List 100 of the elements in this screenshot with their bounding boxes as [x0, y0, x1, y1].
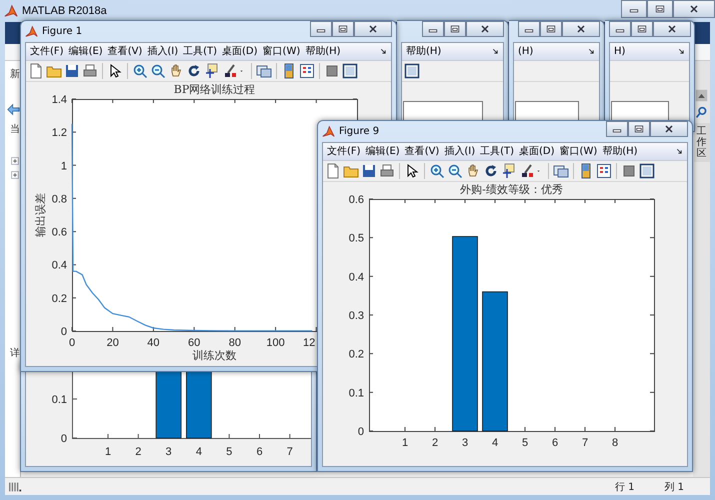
- close-button[interactable]: [673, 0, 715, 18]
- tick-label: 0.2: [52, 292, 67, 305]
- windows-icon[interactable]: [553, 163, 569, 179]
- plot-area: [515, 101, 579, 122]
- printer-icon[interactable]: [379, 163, 395, 179]
- close-icon: [575, 23, 587, 35]
- menu-item[interactable]: 插入(I): [147, 46, 178, 58]
- tick-label: 0.4: [348, 271, 364, 284]
- zoom-out-icon[interactable]: [447, 163, 463, 179]
- brush-icon[interactable]: [519, 163, 535, 179]
- data-cursor-icon[interactable]: [501, 163, 517, 179]
- legend-icon[interactable]: [596, 163, 612, 179]
- close-icon: [367, 23, 379, 35]
- menu-item[interactable]: 文件(F): [327, 146, 361, 158]
- close-button[interactable]: [650, 121, 688, 137]
- panel-label: 当: [10, 124, 20, 136]
- printer-icon[interactable]: [82, 63, 98, 79]
- rotate-icon[interactable]: [483, 163, 499, 179]
- menu-item[interactable]: H): [614, 46, 626, 58]
- dock-arrow-icon[interactable]: [675, 147, 684, 156]
- restore-icon: [636, 23, 648, 35]
- dock-arrow-icon[interactable]: [587, 47, 596, 56]
- maximize-button[interactable]: [628, 121, 650, 137]
- tick-label: 8: [612, 437, 618, 449]
- maximize-button[interactable]: [332, 21, 354, 37]
- maximize-button[interactable]: [540, 21, 562, 37]
- minimize-button[interactable]: [310, 21, 332, 37]
- minimize-button[interactable]: [606, 121, 628, 137]
- panel-icon[interactable]: [404, 63, 420, 79]
- brush-icon[interactable]: [222, 63, 238, 79]
- dock-arrow-icon[interactable]: [379, 47, 388, 56]
- minimize-button[interactable]: [422, 21, 444, 37]
- maximize-button[interactable]: [631, 21, 653, 37]
- menu-item[interactable]: 工具(T): [183, 46, 218, 58]
- tick-label: 20: [106, 337, 119, 349]
- panel-label: 详: [10, 348, 20, 360]
- maximize-button[interactable]: [444, 21, 466, 37]
- minimize-button[interactable]: [621, 0, 647, 18]
- panel-icon[interactable]: [639, 163, 655, 179]
- menu-item[interactable]: 插入(I): [444, 146, 476, 158]
- close-button[interactable]: [466, 21, 504, 37]
- menu-item[interactable]: 查看(V): [108, 46, 142, 58]
- panel-tab[interactable]: 工作区: [694, 123, 710, 162]
- tick-label: 5: [226, 446, 232, 458]
- axis-title: 训练次数: [192, 349, 236, 362]
- tick-label: 7: [582, 437, 588, 449]
- tick-label: 0: [68, 337, 76, 349]
- tick-label: 0.3: [348, 310, 364, 322]
- menu-item[interactable]: 帮助(H): [305, 46, 341, 58]
- chart-title: 外购-绩效等级：优秀: [460, 183, 563, 196]
- window-title: Figure 1: [42, 26, 82, 37]
- expand-icon[interactable]: [10, 170, 20, 180]
- search-icon[interactable]: [695, 106, 708, 119]
- tick-label: 0: [358, 426, 364, 438]
- panel-icon[interactable]: [342, 63, 358, 79]
- menu-item[interactable]: 窗口(W): [262, 46, 300, 58]
- dock-arrow-icon[interactable]: [491, 47, 500, 56]
- menu-item[interactable]: 帮助(H): [406, 46, 442, 58]
- restore-icon: [545, 23, 557, 35]
- dock-arrow-icon[interactable]: [677, 47, 686, 56]
- tick-label: 1: [402, 437, 408, 449]
- menu-item[interactable]: 编辑(E): [366, 146, 400, 158]
- columns-icon[interactable]: [8, 480, 22, 494]
- menu-item[interactable]: 帮助(H): [602, 146, 638, 158]
- tick-label: 60: [188, 337, 200, 349]
- new-file-icon[interactable]: [28, 63, 44, 79]
- menu-item[interactable]: (H): [518, 46, 534, 58]
- data-cursor-icon[interactable]: [204, 63, 220, 79]
- new-file-icon[interactable]: [325, 163, 341, 179]
- zoom-out-icon[interactable]: [150, 63, 166, 79]
- minimize-button[interactable]: [518, 21, 540, 37]
- menu-item[interactable]: 编辑(E): [68, 46, 103, 58]
- logo-icon: [4, 4, 18, 18]
- zoom-in-icon[interactable]: [132, 63, 148, 79]
- expand-icon[interactable]: [10, 156, 20, 166]
- tick-label: 0: [60, 433, 67, 445]
- menu-item[interactable]: 文件(F): [30, 46, 64, 58]
- legend-icon[interactable]: [299, 63, 315, 79]
- window-title: MATLAB R2018a: [22, 5, 107, 17]
- scroll-up-icon[interactable]: [695, 89, 708, 102]
- zoom-in-icon[interactable]: [429, 163, 445, 179]
- close-button[interactable]: [354, 21, 392, 37]
- close-button[interactable]: [562, 21, 600, 37]
- maximize-button[interactable]: [647, 0, 673, 18]
- tick-label: 4: [492, 437, 498, 449]
- status-text: 列 1: [664, 480, 684, 494]
- menu-item[interactable]: 桌面(D): [222, 46, 258, 58]
- windows-icon[interactable]: [256, 63, 272, 79]
- menu-item[interactable]: 窗口(W): [560, 146, 598, 158]
- square-icon[interactable]: [324, 63, 340, 79]
- menu-item[interactable]: 桌面(D): [519, 146, 555, 158]
- tick-label: 1: [104, 446, 112, 458]
- close-button[interactable]: [653, 21, 691, 37]
- menu-item[interactable]: 工具(T): [480, 146, 514, 158]
- minimize-button[interactable]: [609, 21, 631, 37]
- square-icon[interactable]: [621, 163, 637, 179]
- rotate-icon[interactable]: [186, 63, 202, 79]
- back-arrow-icon[interactable]: [7, 103, 20, 116]
- menu-item[interactable]: 查看(V): [404, 146, 440, 158]
- tick-label: 0.5: [348, 232, 364, 245]
